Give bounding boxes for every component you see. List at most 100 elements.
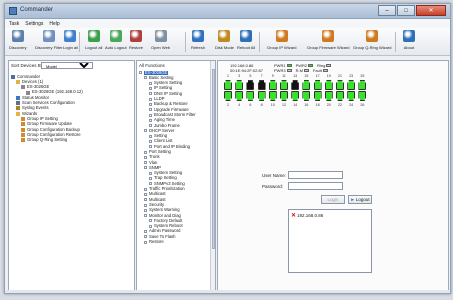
port-8[interactable] <box>257 91 266 101</box>
toolbar-button-3[interactable]: Logout all <box>85 30 102 50</box>
toolbar-button-6[interactable]: Open Web <box>151 30 170 50</box>
toolbar-label: Group Firmware Wizard <box>307 45 350 50</box>
port-14[interactable] <box>291 91 300 101</box>
port-number: 4 <box>238 103 241 107</box>
device-tree: Commander Devices (1) ES-3026GE ES-3026GE (… <box>11 74 132 143</box>
toolbar-separator <box>259 32 260 52</box>
port-16[interactable] <box>302 91 311 101</box>
menu-settings[interactable]: Settings <box>25 21 43 27</box>
password-input[interactable] <box>288 182 343 190</box>
port-13[interactable] <box>291 80 300 90</box>
port-number: 10 <box>270 103 275 107</box>
port-10[interactable] <box>268 91 277 101</box>
port-26[interactable] <box>358 91 367 101</box>
port-2[interactable] <box>224 91 232 101</box>
port-number: 1 <box>227 74 229 78</box>
port-12[interactable] <box>280 91 288 101</box>
port-21[interactable] <box>336 80 344 90</box>
menu-task[interactable]: Task <box>9 21 19 27</box>
toolbar-separator <box>395 32 396 52</box>
close-button[interactable]: ✕ <box>416 5 446 16</box>
port-20[interactable] <box>324 91 333 101</box>
port-17[interactable] <box>313 80 322 90</box>
scroll-thumb[interactable] <box>212 69 215 249</box>
logout-icon: ► <box>350 197 355 202</box>
indicator-led-icon <box>326 64 332 68</box>
indicator-led-icon <box>322 69 328 73</box>
function-tree-label: Restore <box>149 239 164 245</box>
port-24[interactable] <box>347 91 356 101</box>
login-button[interactable]: Login <box>321 195 345 204</box>
maximize-button[interactable]: □ <box>397 5 415 16</box>
toolbar-label: Restore <box>129 45 144 50</box>
functions-pane: All Functions ES-3026GE Basic Setting Syst… <box>136 60 216 291</box>
toolbar-button-8[interactable]: Disk Mode <box>215 30 234 50</box>
page-icon <box>149 92 152 96</box>
filter-icon <box>42 30 55 42</box>
expand-icon <box>144 155 147 159</box>
port-4[interactable] <box>235 91 244 101</box>
wizard-icon <box>21 122 25 127</box>
port-22[interactable] <box>336 91 344 101</box>
toolbar-button-0[interactable]: Discovery <box>9 30 27 50</box>
toolbar-button-9[interactable]: Reboot All <box>237 30 255 50</box>
toolbar-button-2[interactable]: Login all <box>63 30 78 50</box>
user-name-label: User Name: <box>262 173 287 178</box>
device-list-ip: 192.168.0.86 <box>297 213 324 218</box>
port-15[interactable] <box>302 80 311 90</box>
user-icon <box>87 30 100 42</box>
device-mac: 00:1E:94:2F:02:87 <box>230 68 263 73</box>
sort-devices-select[interactable]: Model <box>41 62 93 69</box>
port-number: 2 <box>227 103 229 107</box>
expand-icon <box>144 240 147 244</box>
device-tree-item[interactable]: Group Q-Ring Setting <box>11 137 132 143</box>
toolbar-button-4[interactable]: Auto Logout <box>105 30 127 50</box>
log-icon <box>16 106 20 111</box>
menu-help[interactable]: Help <box>49 21 59 27</box>
device-list-item[interactable]: ✕ 192.168.0.86 <box>291 212 323 219</box>
toolbar-button-12[interactable]: Group Q-Ring Wizard <box>353 30 391 50</box>
port-11[interactable] <box>280 80 288 90</box>
toolbar: Discovery Discovery Filter Login all Logout… <box>5 28 450 56</box>
function-tree-label: Aging Time <box>154 117 175 123</box>
toolbar-button-13[interactable]: About <box>403 30 415 50</box>
expand-icon <box>144 198 147 202</box>
page-icon <box>149 219 152 223</box>
user-name-input[interactable] <box>288 171 343 179</box>
port-18[interactable] <box>313 91 322 101</box>
computer-icon <box>11 74 15 79</box>
toolbar-button-5[interactable]: Restore <box>129 30 143 50</box>
port-25[interactable] <box>358 80 367 90</box>
port-6[interactable] <box>246 91 255 101</box>
function-tree-item[interactable]: Restore <box>139 239 209 245</box>
expand-icon <box>144 161 147 165</box>
switch-icon <box>21 85 25 90</box>
toolbar-button-7[interactable]: Refresh <box>191 30 205 50</box>
function-tree-label: Multicast <box>149 191 166 197</box>
port-9[interactable] <box>268 80 277 90</box>
port-number: 23 <box>349 74 354 78</box>
toolbar-button-1[interactable]: Discovery Filter <box>35 30 63 50</box>
page-icon <box>149 81 152 85</box>
port-number: 24 <box>349 103 354 107</box>
wizard-icon <box>21 127 25 132</box>
toolbar-button-10[interactable]: Group IP Wizard <box>267 30 297 50</box>
expand-icon <box>144 208 147 212</box>
port-5[interactable] <box>246 80 255 90</box>
page-icon <box>149 134 152 138</box>
port-7[interactable] <box>257 80 266 90</box>
expand-icon <box>144 166 147 170</box>
port-1[interactable] <box>224 80 232 90</box>
status-indicator: PWR3 <box>274 68 292 73</box>
functions-scrollbar[interactable] <box>210 61 215 290</box>
port-23[interactable] <box>347 80 356 90</box>
port-19[interactable] <box>324 80 333 90</box>
minimize-button[interactable]: – <box>378 5 396 16</box>
page-icon <box>149 108 152 112</box>
logout-button[interactable]: ► Logout <box>348 195 372 204</box>
toolbar-button-11[interactable]: Group Firmware Wizard <box>307 30 349 50</box>
port-3[interactable] <box>235 80 244 90</box>
port-number: 8 <box>260 103 263 107</box>
page-icon <box>149 145 152 149</box>
port-number: 18 <box>315 103 320 107</box>
